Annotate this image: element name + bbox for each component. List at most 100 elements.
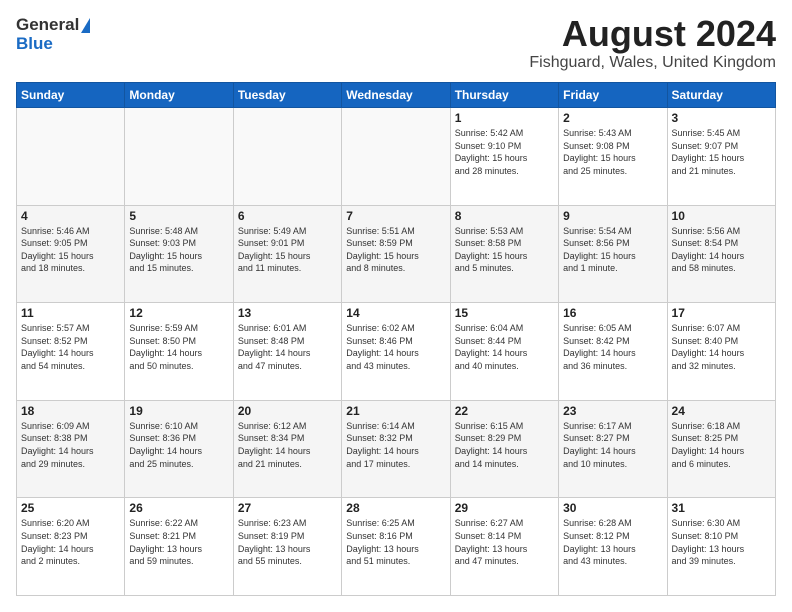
header: General Blue August 2024 Fishguard, Wale… — [16, 16, 776, 72]
col-thursday: Thursday — [450, 83, 558, 108]
day-info: Sunrise: 6:02 AM Sunset: 8:46 PM Dayligh… — [346, 322, 445, 372]
day-info: Sunrise: 6:27 AM Sunset: 8:14 PM Dayligh… — [455, 517, 554, 567]
day-info: Sunrise: 5:45 AM Sunset: 9:07 PM Dayligh… — [672, 127, 771, 177]
calendar-title: August 2024 — [529, 16, 776, 52]
day-info: Sunrise: 5:54 AM Sunset: 8:56 PM Dayligh… — [563, 225, 662, 275]
day-number: 16 — [563, 306, 662, 320]
day-number: 28 — [346, 501, 445, 515]
col-sunday: Sunday — [17, 83, 125, 108]
calendar-cell: 21 Sunrise: 6:14 AM Sunset: 8:32 PM Dayli… — [342, 400, 450, 498]
calendar-cell: 23Sunrise: 6:17 AM Sunset: 8:27 PM Dayli… — [559, 400, 667, 498]
calendar-cell — [17, 108, 125, 206]
calendar-location: Fishguard, Wales, United Kingdom — [529, 54, 776, 72]
calendar-cell: 10Sunrise: 5:56 AM Sunset: 8:54 PM Dayli… — [667, 205, 775, 303]
calendar-cell: 24Sunrise: 6:18 AM Sunset: 8:25 PM Dayli… — [667, 400, 775, 498]
calendar-cell: 16 Sunrise: 6:05 AM Sunset: 8:42 PM Dayli… — [559, 303, 667, 401]
day-info: Sunrise: 6:09 AM Sunset: 8:38 PM Dayligh… — [21, 420, 120, 470]
day-info: Sunrise: 5:53 AM Sunset: 8:58 PM Dayligh… — [455, 225, 554, 275]
col-friday: Friday — [559, 83, 667, 108]
calendar-cell: 6 Sunrise: 5:49 AM Sunset: 9:01 PM Daylig… — [233, 205, 341, 303]
calendar-week-5: 25 Sunrise: 6:20 AM Sunset: 8:23 PM Dayli… — [17, 498, 776, 596]
day-info: Sunrise: 6:30 AM Sunset: 8:10 PM Dayligh… — [672, 517, 771, 567]
col-tuesday: Tuesday — [233, 83, 341, 108]
day-number: 30 — [563, 501, 662, 515]
calendar-cell: 12Sunrise: 5:59 AM Sunset: 8:50 PM Dayli… — [125, 303, 233, 401]
day-info: Sunrise: 6:12 AM Sunset: 8:34 PM Dayligh… — [238, 420, 337, 470]
calendar-cell: 4 Sunrise: 5:46 AM Sunset: 9:05 PM Daylig… — [17, 205, 125, 303]
calendar-table: Sunday Monday Tuesday Wednesday Thursday… — [16, 82, 776, 596]
day-number: 13 — [238, 306, 337, 320]
calendar-cell: 18 Sunrise: 6:09 AM Sunset: 8:38 PM Dayli… — [17, 400, 125, 498]
day-info: Sunrise: 6:10 AM Sunset: 8:36 PM Dayligh… — [129, 420, 228, 470]
calendar-cell: 20Sunrise: 6:12 AM Sunset: 8:34 PM Dayli… — [233, 400, 341, 498]
logo: General Blue — [16, 16, 90, 53]
day-number: 22 — [455, 404, 554, 418]
logo-general: General — [16, 16, 79, 35]
day-number: 5 — [129, 209, 228, 223]
calendar-cell — [125, 108, 233, 206]
page: General Blue August 2024 Fishguard, Wale… — [0, 0, 792, 612]
day-info: Sunrise: 5:49 AM Sunset: 9:01 PM Dayligh… — [238, 225, 337, 275]
day-number: 18 — [21, 404, 120, 418]
calendar-cell: 30 Sunrise: 6:28 AM Sunset: 8:12 PM Dayli… — [559, 498, 667, 596]
calendar-cell: 25 Sunrise: 6:20 AM Sunset: 8:23 PM Dayli… — [17, 498, 125, 596]
calendar-cell: 22 Sunrise: 6:15 AM Sunset: 8:29 PM Dayli… — [450, 400, 558, 498]
day-info: Sunrise: 6:20 AM Sunset: 8:23 PM Dayligh… — [21, 517, 120, 567]
day-info: Sunrise: 6:15 AM Sunset: 8:29 PM Dayligh… — [455, 420, 554, 470]
day-number: 23 — [563, 404, 662, 418]
calendar-cell: 3 Sunrise: 5:45 AM Sunset: 9:07 PM Daylig… — [667, 108, 775, 206]
calendar-cell: 31 Sunrise: 6:30 AM Sunset: 8:10 PM Dayli… — [667, 498, 775, 596]
logo-triangle-icon — [81, 18, 90, 33]
calendar-cell — [233, 108, 341, 206]
day-number: 29 — [455, 501, 554, 515]
calendar-cell: 17Sunrise: 6:07 AM Sunset: 8:40 PM Dayli… — [667, 303, 775, 401]
calendar-cell: 27 Sunrise: 6:23 AM Sunset: 8:19 PM Dayli… — [233, 498, 341, 596]
calendar-cell: 2Sunrise: 5:43 AM Sunset: 9:08 PM Daylig… — [559, 108, 667, 206]
calendar-header-row: Sunday Monday Tuesday Wednesday Thursday… — [17, 83, 776, 108]
calendar-cell: 1 Sunrise: 5:42 AM Sunset: 9:10 PM Daylig… — [450, 108, 558, 206]
col-monday: Monday — [125, 83, 233, 108]
day-number: 17 — [672, 306, 771, 320]
calendar-cell: 8Sunrise: 5:53 AM Sunset: 8:58 PM Daylig… — [450, 205, 558, 303]
day-info: Sunrise: 6:23 AM Sunset: 8:19 PM Dayligh… — [238, 517, 337, 567]
day-info: Sunrise: 5:43 AM Sunset: 9:08 PM Dayligh… — [563, 127, 662, 177]
day-number: 15 — [455, 306, 554, 320]
calendar-week-2: 4 Sunrise: 5:46 AM Sunset: 9:05 PM Daylig… — [17, 205, 776, 303]
day-number: 27 — [238, 501, 337, 515]
day-number: 10 — [672, 209, 771, 223]
col-wednesday: Wednesday — [342, 83, 450, 108]
day-info: Sunrise: 5:57 AM Sunset: 8:52 PM Dayligh… — [21, 322, 120, 372]
calendar-cell: 26 Sunrise: 6:22 AM Sunset: 8:21 PM Dayli… — [125, 498, 233, 596]
day-number: 9 — [563, 209, 662, 223]
day-info: Sunrise: 5:48 AM Sunset: 9:03 PM Dayligh… — [129, 225, 228, 275]
calendar-week-4: 18 Sunrise: 6:09 AM Sunset: 8:38 PM Dayli… — [17, 400, 776, 498]
logo-blue: Blue — [16, 35, 90, 54]
day-info: Sunrise: 6:25 AM Sunset: 8:16 PM Dayligh… — [346, 517, 445, 567]
day-number: 3 — [672, 111, 771, 125]
calendar-cell: 14 Sunrise: 6:02 AM Sunset: 8:46 PM Dayli… — [342, 303, 450, 401]
calendar-cell: 9 Sunrise: 5:54 AM Sunset: 8:56 PM Daylig… — [559, 205, 667, 303]
day-number: 6 — [238, 209, 337, 223]
day-info: Sunrise: 5:46 AM Sunset: 9:05 PM Dayligh… — [21, 225, 120, 275]
day-info: Sunrise: 6:05 AM Sunset: 8:42 PM Dayligh… — [563, 322, 662, 372]
calendar-cell: 13 Sunrise: 6:01 AM Sunset: 8:48 PM Dayli… — [233, 303, 341, 401]
day-number: 26 — [129, 501, 228, 515]
day-info: Sunrise: 6:04 AM Sunset: 8:44 PM Dayligh… — [455, 322, 554, 372]
day-number: 21 — [346, 404, 445, 418]
day-number: 25 — [21, 501, 120, 515]
day-number: 1 — [455, 111, 554, 125]
day-info: Sunrise: 6:22 AM Sunset: 8:21 PM Dayligh… — [129, 517, 228, 567]
day-number: 19 — [129, 404, 228, 418]
day-number: 7 — [346, 209, 445, 223]
day-info: Sunrise: 5:59 AM Sunset: 8:50 PM Dayligh… — [129, 322, 228, 372]
calendar-cell: 28 Sunrise: 6:25 AM Sunset: 8:16 PM Dayli… — [342, 498, 450, 596]
day-info: Sunrise: 6:14 AM Sunset: 8:32 PM Dayligh… — [346, 420, 445, 470]
day-info: Sunrise: 5:42 AM Sunset: 9:10 PM Dayligh… — [455, 127, 554, 177]
calendar-cell: 19 Sunrise: 6:10 AM Sunset: 8:36 PM Dayli… — [125, 400, 233, 498]
day-number: 14 — [346, 306, 445, 320]
day-info: Sunrise: 6:01 AM Sunset: 8:48 PM Dayligh… — [238, 322, 337, 372]
day-number: 4 — [21, 209, 120, 223]
day-number: 31 — [672, 501, 771, 515]
day-info: Sunrise: 6:28 AM Sunset: 8:12 PM Dayligh… — [563, 517, 662, 567]
calendar-cell — [342, 108, 450, 206]
